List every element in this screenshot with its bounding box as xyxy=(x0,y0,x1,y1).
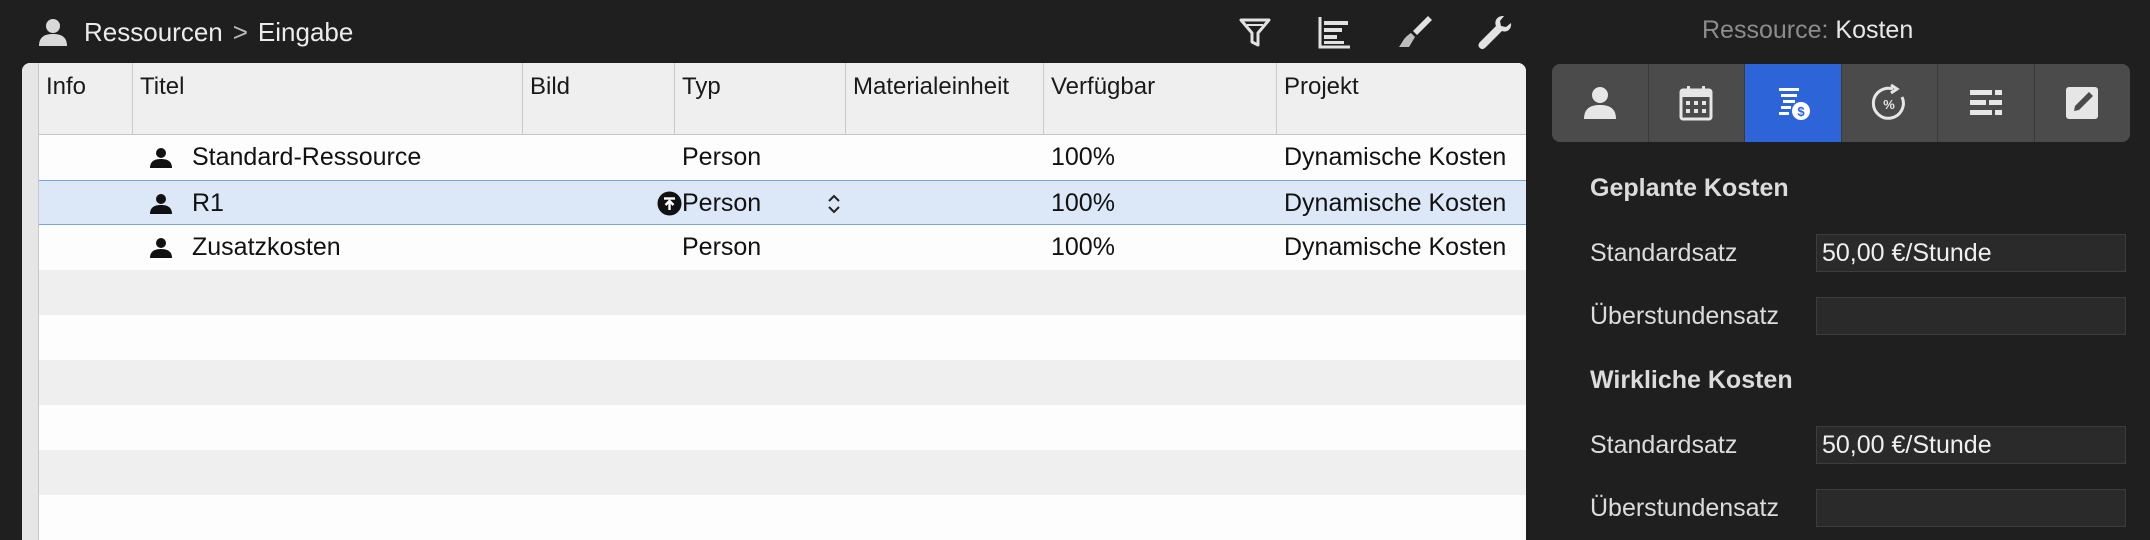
planned-standard-label: Standardsatz xyxy=(1590,239,1738,267)
tab-details[interactable] xyxy=(1938,64,2035,142)
row-type[interactable]: Person xyxy=(675,225,846,270)
table-row-selected[interactable]: R1 Person 100% Dynamische Kosten xyxy=(39,180,1526,225)
column-header-title[interactable]: Titel xyxy=(133,63,523,135)
inspector-title: Ressource: Kosten xyxy=(1702,16,1913,45)
breadcrumb-current[interactable]: Eingabe xyxy=(258,17,353,48)
tab-calendar[interactable] xyxy=(1649,64,1745,142)
actual-standard-rate-field[interactable] xyxy=(1816,426,2126,464)
empty-row xyxy=(39,315,1526,360)
inspector-title-label: Ressource: xyxy=(1702,16,1829,44)
planned-costs-heading: Geplante Kosten xyxy=(1590,174,1789,202)
row-title: Standard-Ressource xyxy=(192,143,422,171)
row-gutter xyxy=(22,63,39,540)
empty-row xyxy=(39,270,1526,315)
person-icon xyxy=(36,15,70,49)
row-title-cell[interactable]: R1 xyxy=(133,181,523,226)
row-title-cell[interactable]: Zusatzkosten xyxy=(133,225,523,270)
svg-text:%: % xyxy=(1883,97,1895,112)
inspector-panel: $ % Geplante Kosten Standardsatz Überstu… xyxy=(1526,64,2150,540)
empty-row xyxy=(39,405,1526,450)
row-type[interactable]: Person xyxy=(675,135,846,180)
wrench-icon xyxy=(1478,16,1512,50)
planned-standard-rate-field[interactable] xyxy=(1816,234,2126,272)
gantt-icon xyxy=(1318,17,1350,49)
row-available[interactable]: 100% xyxy=(1044,181,1277,226)
person-icon xyxy=(150,193,172,215)
filter-icon xyxy=(1239,18,1271,47)
row-available[interactable]: 100% xyxy=(1044,225,1277,270)
breadcrumb-root[interactable]: Ressourcen xyxy=(84,17,223,48)
person-icon xyxy=(150,147,172,169)
calendar-icon xyxy=(1679,86,1713,121)
row-title: Zusatzkosten xyxy=(192,233,341,261)
table-row[interactable]: Standard-Ressource Person 100% Dynamisch… xyxy=(39,135,1526,180)
inspector-title-value: Kosten xyxy=(1835,16,1914,44)
gantt-button[interactable] xyxy=(1295,10,1375,54)
filter-button[interactable] xyxy=(1215,10,1295,54)
row-project[interactable]: Dynamische Kosten xyxy=(1277,225,1526,270)
empty-row xyxy=(39,360,1526,405)
list-icon xyxy=(1969,90,2002,115)
brush-icon xyxy=(1399,16,1432,47)
tab-progress[interactable]: % xyxy=(1842,64,1938,142)
row-type-select[interactable]: Person xyxy=(675,181,846,226)
actual-overtime-rate-field[interactable] xyxy=(1816,489,2126,527)
row-title-cell[interactable]: Standard-Ressource xyxy=(133,135,523,180)
actual-costs-heading: Wirkliche Kosten xyxy=(1590,366,1793,394)
row-available[interactable]: 100% xyxy=(1044,135,1277,180)
column-header-image[interactable]: Bild xyxy=(523,63,675,135)
empty-row xyxy=(39,450,1526,495)
row-project[interactable]: Dynamische Kosten xyxy=(1277,181,1526,226)
empty-row xyxy=(39,495,1526,540)
resource-table: Info Titel Bild Typ Materialeinheit Verf… xyxy=(22,63,1526,540)
row-title: R1 xyxy=(192,189,224,217)
brush-button[interactable] xyxy=(1375,10,1455,54)
person-icon xyxy=(150,237,172,259)
percent-icon: % xyxy=(1872,83,1906,120)
cost-icon: $ xyxy=(1778,88,1810,120)
edit-icon xyxy=(2066,87,2099,119)
table-body: Standard-Ressource Person 100% Dynamisch… xyxy=(39,135,1526,540)
planned-overtime-rate-field[interactable] xyxy=(1816,297,2126,335)
chevron-updown-icon[interactable] xyxy=(827,193,841,215)
table-row[interactable]: Zusatzkosten Person 100% Dynamische Kost… xyxy=(39,225,1526,270)
tab-resource[interactable] xyxy=(1552,64,1649,142)
svg-text:$: $ xyxy=(1797,104,1805,119)
breadcrumb: Ressourcen > Eingabe xyxy=(36,14,353,50)
column-header-type[interactable]: Typ xyxy=(675,63,846,135)
planned-overtime-label: Überstundensatz xyxy=(1590,302,1780,330)
breadcrumb-separator: > xyxy=(232,16,248,47)
tab-costs[interactable]: $ xyxy=(1745,64,1842,142)
tab-notes[interactable] xyxy=(2035,64,2131,142)
settings-button[interactable] xyxy=(1455,10,1535,54)
column-header-project[interactable]: Projekt xyxy=(1277,63,1526,135)
toolbar xyxy=(1215,10,1535,54)
row-project[interactable]: Dynamische Kosten xyxy=(1277,135,1526,180)
column-header-material-unit[interactable]: Materialeinheit xyxy=(846,63,1044,135)
actual-overtime-label: Überstundensatz xyxy=(1590,494,1780,522)
person-icon xyxy=(1583,87,1616,119)
column-header-available[interactable]: Verfügbar xyxy=(1044,63,1277,135)
actual-standard-label: Standardsatz xyxy=(1590,431,1738,459)
column-header-info[interactable]: Info xyxy=(39,63,133,135)
table-header: Info Titel Bild Typ Materialeinheit Verf… xyxy=(39,63,1526,135)
top-bar: Ressourcen > Eingabe Ressource: Kosten xyxy=(0,0,2150,64)
inspector-tabs: $ % xyxy=(1552,64,2130,142)
